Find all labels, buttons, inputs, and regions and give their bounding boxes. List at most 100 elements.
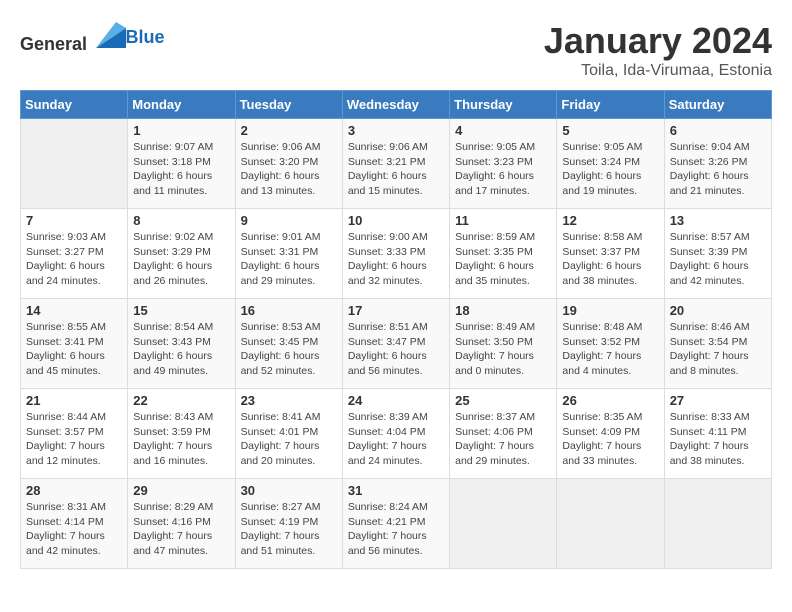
day-info: Sunrise: 8:39 AM Sunset: 4:04 PM Dayligh… [348, 410, 444, 469]
weekday-header-row: SundayMondayTuesdayWednesdayThursdayFrid… [21, 91, 772, 119]
calendar-week-row: 21Sunrise: 8:44 AM Sunset: 3:57 PM Dayli… [21, 389, 772, 479]
day-info: Sunrise: 8:55 AM Sunset: 3:41 PM Dayligh… [26, 320, 122, 379]
day-number: 26 [562, 393, 658, 408]
day-number: 7 [26, 213, 122, 228]
day-info: Sunrise: 8:43 AM Sunset: 3:59 PM Dayligh… [133, 410, 229, 469]
calendar-cell: 25 Sunrise: 8:37 AM Sunset: 4:06 PM Dayli… [450, 389, 557, 479]
day-number: 17 [348, 303, 444, 318]
location-title: Toila, Ida-Virumaa, Estonia [544, 62, 772, 80]
day-number: 25 [455, 393, 551, 408]
day-number: 15 [133, 303, 229, 318]
day-info: Sunrise: 8:51 AM Sunset: 3:47 PM Dayligh… [348, 320, 444, 379]
calendar-cell: 15 Sunrise: 8:54 AM Sunset: 3:43 PM Dayli… [128, 299, 235, 389]
calendar-cell: 18 Sunrise: 8:49 AM Sunset: 3:50 PM Dayli… [450, 299, 557, 389]
calendar-cell: 14 Sunrise: 8:55 AM Sunset: 3:41 PM Dayli… [21, 299, 128, 389]
day-info: Sunrise: 8:57 AM Sunset: 3:39 PM Dayligh… [670, 230, 766, 289]
day-info: Sunrise: 9:07 AM Sunset: 3:18 PM Dayligh… [133, 140, 229, 199]
calendar-cell [557, 479, 664, 569]
calendar-cell: 30Sunrise: 8:27 AM Sunset: 4:19 PM Dayli… [235, 479, 342, 569]
weekday-header-monday: Monday [128, 91, 235, 119]
day-number: 29 [133, 483, 229, 498]
calendar-week-row: 14 Sunrise: 8:55 AM Sunset: 3:41 PM Dayli… [21, 299, 772, 389]
day-number: 20 [670, 303, 766, 318]
calendar-week-row: 7 Sunrise: 9:03 AM Sunset: 3:27 PM Daylig… [21, 209, 772, 299]
day-info: Sunrise: 8:59 AM Sunset: 3:35 PM Dayligh… [455, 230, 551, 289]
day-info: Sunrise: 8:46 AM Sunset: 3:54 PM Dayligh… [670, 320, 766, 379]
calendar-cell: 16Sunrise: 8:53 AM Sunset: 3:45 PM Dayli… [235, 299, 342, 389]
calendar-cell: 24 Sunrise: 8:39 AM Sunset: 4:04 PM Dayli… [342, 389, 449, 479]
day-info: Sunrise: 8:27 AM Sunset: 4:19 PM Dayligh… [241, 500, 337, 559]
calendar-cell: 17 Sunrise: 8:51 AM Sunset: 3:47 PM Dayli… [342, 299, 449, 389]
day-number: 27 [670, 393, 766, 408]
calendar-week-row: 1Sunrise: 9:07 AM Sunset: 3:18 PM Daylig… [21, 119, 772, 209]
calendar-cell: 22 Sunrise: 8:43 AM Sunset: 3:59 PM Dayli… [128, 389, 235, 479]
day-number: 24 [348, 393, 444, 408]
day-number: 10 [348, 213, 444, 228]
day-number: 18 [455, 303, 551, 318]
day-info: Sunrise: 8:24 AM Sunset: 4:21 PM Dayligh… [348, 500, 444, 559]
day-number: 16 [241, 303, 337, 318]
calendar-cell: 28 Sunrise: 8:31 AM Sunset: 4:14 PM Dayli… [21, 479, 128, 569]
month-title: January 2024 [544, 20, 772, 62]
calendar-cell: 11Sunrise: 8:59 AM Sunset: 3:35 PM Dayli… [450, 209, 557, 299]
day-number: 9 [241, 213, 337, 228]
weekday-header-friday: Friday [557, 91, 664, 119]
calendar-cell [664, 479, 771, 569]
weekday-header-sunday: Sunday [21, 91, 128, 119]
calendar-cell: 20 Sunrise: 8:46 AM Sunset: 3:54 PM Dayli… [664, 299, 771, 389]
day-number: 3 [348, 123, 444, 138]
day-info: Sunrise: 9:02 AM Sunset: 3:29 PM Dayligh… [133, 230, 229, 289]
calendar-cell: 31 Sunrise: 8:24 AM Sunset: 4:21 PM Dayli… [342, 479, 449, 569]
calendar-cell: 26Sunrise: 8:35 AM Sunset: 4:09 PM Dayli… [557, 389, 664, 479]
day-info: Sunrise: 8:31 AM Sunset: 4:14 PM Dayligh… [26, 500, 122, 559]
day-number: 22 [133, 393, 229, 408]
title-block: January 2024 Toila, Ida-Virumaa, Estonia [544, 20, 772, 80]
day-info: Sunrise: 8:33 AM Sunset: 4:11 PM Dayligh… [670, 410, 766, 469]
calendar-cell [21, 119, 128, 209]
day-number: 13 [670, 213, 766, 228]
calendar-cell: 6 Sunrise: 9:04 AM Sunset: 3:26 PM Daylig… [664, 119, 771, 209]
day-info: Sunrise: 9:05 AM Sunset: 3:24 PM Dayligh… [562, 140, 658, 199]
weekday-header-wednesday: Wednesday [342, 91, 449, 119]
day-info: Sunrise: 8:49 AM Sunset: 3:50 PM Dayligh… [455, 320, 551, 379]
day-number: 31 [348, 483, 444, 498]
calendar-cell: 5 Sunrise: 9:05 AM Sunset: 3:24 PM Daylig… [557, 119, 664, 209]
day-number: 12 [562, 213, 658, 228]
day-number: 5 [562, 123, 658, 138]
weekday-header-saturday: Saturday [664, 91, 771, 119]
day-info: Sunrise: 8:37 AM Sunset: 4:06 PM Dayligh… [455, 410, 551, 469]
day-number: 6 [670, 123, 766, 138]
day-info: Sunrise: 8:48 AM Sunset: 3:52 PM Dayligh… [562, 320, 658, 379]
logo-blue: Blue [126, 27, 165, 47]
day-info: Sunrise: 8:41 AM Sunset: 4:01 PM Dayligh… [241, 410, 337, 469]
logo: General Blue [20, 20, 165, 55]
calendar-cell: 19 Sunrise: 8:48 AM Sunset: 3:52 PM Dayli… [557, 299, 664, 389]
day-info: Sunrise: 9:03 AM Sunset: 3:27 PM Dayligh… [26, 230, 122, 289]
calendar-cell: 27 Sunrise: 8:33 AM Sunset: 4:11 PM Dayli… [664, 389, 771, 479]
day-number: 28 [26, 483, 122, 498]
calendar-cell: 29 Sunrise: 8:29 AM Sunset: 4:16 PM Dayli… [128, 479, 235, 569]
day-info: Sunrise: 8:29 AM Sunset: 4:16 PM Dayligh… [133, 500, 229, 559]
day-info: Sunrise: 8:58 AM Sunset: 3:37 PM Dayligh… [562, 230, 658, 289]
calendar-cell [450, 479, 557, 569]
weekday-header-thursday: Thursday [450, 91, 557, 119]
day-info: Sunrise: 9:06 AM Sunset: 3:21 PM Dayligh… [348, 140, 444, 199]
page-header: General Blue January 2024 Toila, Ida-Vir… [20, 20, 772, 80]
calendar-week-row: 28 Sunrise: 8:31 AM Sunset: 4:14 PM Dayli… [21, 479, 772, 569]
day-info: Sunrise: 9:04 AM Sunset: 3:26 PM Dayligh… [670, 140, 766, 199]
calendar-cell: 12 Sunrise: 8:58 AM Sunset: 3:37 PM Dayli… [557, 209, 664, 299]
day-info: Sunrise: 9:00 AM Sunset: 3:33 PM Dayligh… [348, 230, 444, 289]
day-info: Sunrise: 8:54 AM Sunset: 3:43 PM Dayligh… [133, 320, 229, 379]
calendar-cell: 4Sunrise: 9:05 AM Sunset: 3:23 PM Daylig… [450, 119, 557, 209]
day-number: 8 [133, 213, 229, 228]
calendar-cell: 13 Sunrise: 8:57 AM Sunset: 3:39 PM Dayli… [664, 209, 771, 299]
weekday-header-tuesday: Tuesday [235, 91, 342, 119]
logo-general: General [20, 34, 87, 54]
calendar-cell: 2Sunrise: 9:06 AM Sunset: 3:20 PM Daylig… [235, 119, 342, 209]
day-number: 14 [26, 303, 122, 318]
calendar-cell: 21Sunrise: 8:44 AM Sunset: 3:57 PM Dayli… [21, 389, 128, 479]
calendar-table: SundayMondayTuesdayWednesdayThursdayFrid… [20, 90, 772, 569]
day-number: 19 [562, 303, 658, 318]
day-info: Sunrise: 9:05 AM Sunset: 3:23 PM Dayligh… [455, 140, 551, 199]
calendar-cell: 8 Sunrise: 9:02 AM Sunset: 3:29 PM Daylig… [128, 209, 235, 299]
